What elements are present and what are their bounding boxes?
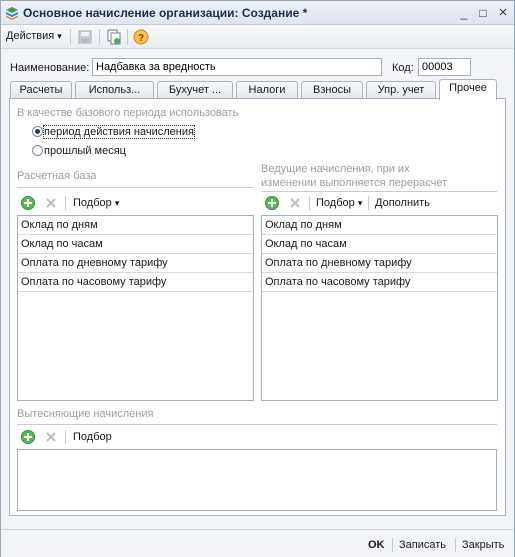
form-window: Основное начисление организации: Создани… — [0, 0, 515, 557]
selection-label: Подбор — [73, 197, 112, 209]
add-icon[interactable] — [21, 196, 35, 210]
selection-label: Подбор — [316, 197, 355, 209]
calc-base-list[interactable]: Оклад по дням Оклад по часам Оплата по д… — [17, 215, 254, 401]
displacing-toolbar: Подбор — [17, 428, 497, 446]
list-item[interactable]: Оклад по часам — [18, 235, 253, 254]
leading-list[interactable]: Оклад по дням Оклад по часам Оплата по д… — [261, 215, 498, 401]
title-bar[interactable]: Основное начисление организации: Создани… — [1, 1, 514, 25]
radio-accrual-period-label[interactable]: период действия начисления — [43, 125, 195, 139]
displacing-selection-button[interactable]: Подбор — [73, 431, 112, 443]
toolbar-divider — [309, 196, 310, 210]
ok-button[interactable]: OK — [368, 539, 385, 551]
toolbar-divider — [65, 430, 66, 444]
actions-menu-button[interactable]: Действия ▾ — [6, 30, 62, 42]
actions-label: Действия — [6, 30, 55, 42]
chevron-down-icon: ▾ — [114, 198, 120, 208]
list-item[interactable]: Оплата по часовому тарифу — [262, 273, 497, 292]
calc-base-toolbar: Подбор ▾ — [17, 194, 253, 212]
toolbar-divider — [99, 29, 100, 45]
footer-bar: OK Записать Закрыть — [1, 529, 514, 557]
toolbar-divider — [127, 29, 128, 45]
delete-icon[interactable] — [44, 196, 58, 210]
add-more-button[interactable]: Дополнить — [375, 197, 430, 209]
leading-title-line1: Ведущие начисления, при их — [261, 163, 410, 175]
tab-other[interactable]: Прочее — [439, 79, 497, 100]
name-label: Наименование: — [10, 62, 90, 74]
close-button[interactable]: Закрыть — [462, 539, 504, 551]
code-input[interactable] — [418, 58, 471, 76]
delete-icon[interactable] — [288, 196, 302, 210]
footer-divider — [455, 538, 456, 552]
list-item[interactable]: Оплата по дневному тарифу — [18, 254, 253, 273]
name-input[interactable] — [92, 58, 382, 76]
save-button[interactable]: Записать — [399, 539, 446, 551]
tab-taxes[interactable]: Налоги — [236, 81, 298, 99]
list-item[interactable]: Оклад по дням — [262, 216, 497, 235]
code-label: Код: — [392, 62, 414, 74]
chevron-down-icon: ▾ — [357, 198, 363, 208]
leading-toolbar: Подбор ▾ Дополнить — [261, 194, 497, 212]
toolbar-divider — [70, 29, 71, 45]
displacing-list[interactable] — [17, 449, 497, 511]
app-icon — [6, 7, 18, 20]
base-period-title: В качестве базового периода использовать — [17, 107, 239, 119]
window-title: Основное начисление организации: Создани… — [23, 6, 308, 20]
toolbar-divider — [65, 196, 66, 210]
tab-usage[interactable]: Использ... — [75, 81, 154, 99]
leading-title-line2: изменении выполняется перерасчет — [261, 177, 448, 189]
footer-divider — [392, 538, 393, 552]
delete-icon[interactable] — [44, 430, 58, 444]
radio-previous-month-label[interactable]: прошлый месяц — [44, 145, 126, 157]
maximize-button[interactable]: □ — [475, 5, 491, 21]
leading-selection-button[interactable]: Подбор ▾ — [316, 197, 362, 209]
calc-base-selection-button[interactable]: Подбор ▾ — [73, 197, 119, 209]
list-item[interactable]: Оклад по часам — [262, 235, 497, 254]
section-divider — [261, 191, 497, 192]
tab-panel-other: В качестве базового периода использовать… — [9, 98, 506, 516]
help-glyph: ? — [138, 33, 144, 44]
add-icon[interactable] — [21, 430, 35, 444]
close-window-button[interactable]: × — [495, 5, 511, 21]
add-icon[interactable] — [265, 196, 279, 210]
displacing-title: Вытесняющие начисления — [17, 408, 154, 420]
list-item[interactable]: Оклад по дням — [18, 216, 253, 235]
radio-previous-month[interactable] — [32, 145, 43, 156]
main-toolbar: Действия ▾ ? — [1, 25, 514, 49]
section-divider — [17, 424, 497, 425]
tab-contributions[interactable]: Взносы — [301, 81, 363, 99]
tab-management-accounting[interactable]: Упр. учет — [366, 81, 436, 99]
tab-calculations[interactable]: Расчеты — [10, 81, 72, 99]
tab-accounting[interactable]: Бухучет ... — [157, 81, 233, 99]
minimize-button[interactable]: _ — [456, 5, 472, 21]
toolbar-divider — [368, 196, 369, 210]
help-icon[interactable]: ? — [133, 29, 149, 45]
chevron-down-icon: ▾ — [57, 31, 62, 41]
save-disabled-icon[interactable] — [77, 29, 93, 45]
list-item[interactable]: Оплата по часовому тарифу — [18, 273, 253, 292]
list-item[interactable]: Оплата по дневному тарифу — [262, 254, 497, 273]
copy-icon[interactable] — [106, 29, 122, 45]
radio-accrual-period[interactable] — [32, 126, 43, 137]
calc-base-title: Расчетная база — [17, 170, 97, 182]
section-divider — [17, 187, 253, 188]
